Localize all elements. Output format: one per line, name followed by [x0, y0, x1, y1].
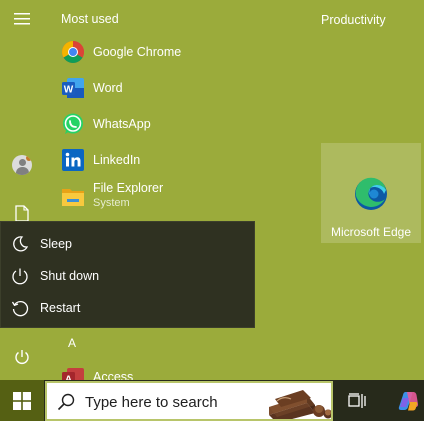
power-icon — [12, 268, 28, 285]
access-icon: A — [61, 366, 85, 380]
restart-icon — [11, 301, 29, 317]
search-icon — [57, 393, 75, 411]
start-button[interactable] — [0, 380, 44, 421]
power-icon — [15, 350, 29, 364]
edge-icon — [353, 176, 389, 212]
sleep-button[interactable]: Sleep — [1, 229, 256, 259]
app-item-file-explorer[interactable]: File Explorer System — [56, 178, 316, 214]
restart-button[interactable]: Restart — [1, 293, 256, 323]
moon-icon — [13, 236, 29, 252]
power-item-label: Shut down — [40, 269, 100, 283]
copilot-button[interactable] — [393, 380, 423, 421]
power-menu: Sleep Shut down Restart — [0, 221, 255, 328]
avatar — [12, 155, 32, 175]
copilot-icon — [398, 391, 419, 410]
chrome-icon — [61, 40, 85, 64]
power-item-label: Sleep — [40, 237, 72, 251]
task-view-icon — [348, 392, 366, 408]
most-used-heading: Most used — [61, 12, 119, 26]
hamburger-icon — [14, 13, 30, 25]
tile-microsoft-edge[interactable]: Microsoft Edge — [321, 143, 421, 243]
whatsapp-icon — [61, 112, 85, 136]
linkedin-icon — [61, 148, 85, 172]
app-label: Access — [93, 370, 134, 380]
search-box[interactable]: Type here to search — [45, 381, 333, 421]
app-sublabel: System — [93, 197, 130, 209]
app-label: File Explorer — [93, 181, 164, 195]
app-item-access[interactable]: A Access — [56, 360, 316, 380]
app-label: WhatsApp — [93, 117, 151, 131]
app-item-linkedin[interactable]: LinkedIn — [56, 143, 316, 177]
app-label: LinkedIn — [93, 153, 141, 167]
expand-menu-button[interactable] — [0, 8, 44, 30]
power-item-label: Restart — [40, 301, 81, 315]
app-item-word[interactable]: W Word — [56, 71, 316, 105]
app-label: Word — [93, 81, 123, 95]
search-placeholder: Type here to search — [85, 394, 218, 411]
windows-logo-icon — [13, 391, 31, 410]
app-item-google-chrome[interactable]: Google Chrome — [56, 35, 316, 69]
app-label: Google Chrome — [93, 45, 182, 59]
tile-group-heading: Productivity — [321, 13, 386, 27]
tile-label: Microsoft Edge — [330, 225, 412, 239]
shut-down-button[interactable]: Shut down — [1, 261, 256, 291]
letter-group-header[interactable]: A — [68, 336, 76, 350]
word-icon: W — [61, 76, 85, 100]
power-button[interactable] — [0, 344, 44, 370]
document-icon — [15, 204, 29, 222]
chocolate-cake-icon — [269, 390, 331, 419]
svg-text:W: W — [64, 85, 74, 96]
task-view-button[interactable] — [342, 380, 372, 421]
app-item-whatsapp[interactable]: WhatsApp — [56, 107, 316, 141]
taskbar: Type here to search — [0, 380, 424, 421]
file-explorer-icon — [61, 185, 85, 209]
account-button[interactable] — [0, 152, 44, 178]
